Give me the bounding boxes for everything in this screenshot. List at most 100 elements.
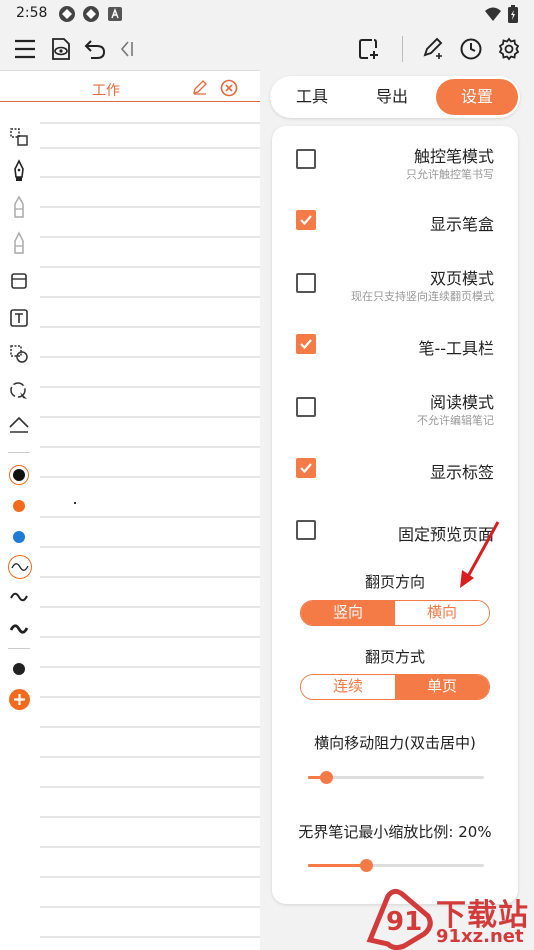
tab-export[interactable]: 导出 [362, 76, 422, 118]
fountain-pen-icon[interactable] [8, 159, 30, 182]
slider-thumb[interactable] [320, 771, 333, 784]
checkmark-icon [300, 215, 312, 226]
checkmark-icon [300, 463, 312, 474]
eraser-icon[interactable] [8, 270, 30, 292]
drag-resistance-slider[interactable] [308, 771, 484, 784]
dual-page-checkbox[interactable] [296, 273, 316, 293]
top-toolbar [0, 28, 534, 70]
ruled-line [40, 696, 260, 698]
ruled-line [40, 326, 260, 328]
color-orange-swatch[interactable] [13, 500, 25, 512]
show-tags-checkbox[interactable] [296, 458, 316, 478]
setting-label: 双页模式 [429, 269, 494, 288]
pen-toolbar-checkbox[interactable] [296, 334, 316, 354]
min-zoom-slider[interactable] [308, 859, 484, 872]
setting-label: 显示笔盒 [429, 215, 494, 234]
ruled-line [40, 726, 260, 728]
page-mode-toggle: 连续 单页 [300, 674, 490, 700]
ruled-line [40, 636, 260, 638]
tool-divider [8, 452, 30, 453]
setting-show-tags[interactable]: 显示标签 [272, 438, 518, 498]
color-blue-swatch[interactable] [13, 531, 25, 543]
close-note-icon[interactable] [220, 79, 238, 97]
preview-page-icon[interactable] [46, 34, 76, 64]
ruled-line [40, 446, 260, 448]
color-black-swatch [13, 469, 25, 481]
direction-vertical-option[interactable]: 竖向 [301, 601, 395, 625]
ruled-line [40, 876, 260, 878]
ruled-line [40, 296, 260, 298]
ruled-line [40, 756, 260, 758]
setting-show-pen-box[interactable]: 显示笔盒 [272, 190, 518, 250]
select-tool-icon[interactable] [8, 126, 30, 148]
image-shape-icon[interactable] [8, 343, 30, 365]
plus-icon [14, 694, 25, 705]
tab-settings[interactable]: 设置 [436, 79, 518, 115]
mode-continuous-option[interactable]: 连续 [301, 675, 395, 699]
ruled-line [40, 176, 260, 178]
drag-resistance-label: 横向移动阻力(双击居中) [314, 734, 476, 752]
pen-size-dot[interactable] [13, 663, 25, 675]
watermark-url: 91xz.net [436, 926, 524, 947]
ruled-line [40, 936, 260, 938]
pen-settings-icon[interactable] [418, 34, 448, 64]
app-notification-icon [82, 5, 100, 23]
setting-dual-page[interactable]: 双页模式 现在只支持竖向连续翻页模式 [272, 252, 518, 312]
ruled-line [40, 386, 260, 388]
ruled-line [40, 606, 260, 608]
direction-horizontal-option[interactable]: 横向 [395, 601, 489, 625]
setting-reading-mode[interactable]: 阅读模式 不允许编辑笔记 [272, 376, 518, 436]
collapse-left-icon[interactable] [112, 34, 142, 64]
ruled-line [40, 906, 260, 908]
note-title[interactable]: 工作 [92, 80, 120, 100]
ruled-line [40, 236, 260, 238]
wifi-icon [484, 6, 502, 22]
setting-pen-toolbar[interactable]: 笔--工具栏 [272, 314, 518, 374]
ruled-line [40, 356, 260, 358]
add-color-button[interactable] [9, 689, 30, 710]
note-canvas[interactable] [0, 70, 260, 950]
ruled-line [40, 816, 260, 818]
show-pen-box-checkbox[interactable] [296, 210, 316, 230]
status-bar [0, 0, 534, 28]
app-notification-icon [58, 5, 76, 23]
settings-gear-icon[interactable] [494, 34, 524, 64]
page-direction-toggle: 竖向 横向 [300, 600, 490, 626]
ruled-line [40, 516, 260, 518]
highlighter-icon[interactable] [8, 231, 30, 254]
setting-stylus-mode[interactable]: 触控笔模式 只允许触控笔书写 [272, 128, 518, 188]
stroke-thin-icon [9, 556, 31, 578]
fixed-preview-checkbox[interactable] [296, 520, 316, 540]
menu-icon[interactable] [10, 34, 40, 64]
page-mode-label: 翻页方式 [364, 648, 425, 666]
tab-tools[interactable]: 工具 [282, 76, 342, 118]
ruled-line [40, 576, 260, 578]
toolbar-divider [402, 36, 403, 62]
ruled-line [40, 846, 260, 848]
ruled-line [40, 416, 260, 418]
mode-single-page-option[interactable]: 单页 [395, 675, 489, 699]
slider-thumb[interactable] [360, 859, 373, 872]
history-clock-icon[interactable] [456, 34, 486, 64]
setting-description: 不允许编辑笔记 [417, 414, 494, 427]
tool-divider [8, 648, 30, 649]
edit-title-icon[interactable] [192, 79, 208, 95]
ruled-line [40, 206, 260, 208]
ruled-line [40, 476, 260, 478]
undo-icon[interactable] [80, 34, 110, 64]
text-tool-icon[interactable] [8, 307, 30, 329]
stroke-thick-icon[interactable] [8, 618, 30, 640]
ruler-triangle-icon[interactable] [8, 414, 30, 436]
stylus-mode-checkbox[interactable] [296, 149, 316, 169]
reading-mode-checkbox[interactable] [296, 397, 316, 417]
annotation-arrow [460, 521, 500, 588]
add-page-icon[interactable] [354, 34, 384, 64]
pencil-icon[interactable] [8, 195, 30, 218]
status-time: 2:58 [16, 5, 48, 21]
lasso-icon[interactable] [8, 380, 30, 402]
setting-label: 显示标签 [429, 463, 494, 482]
battery-icon [508, 5, 518, 23]
panel-tabs: 工具 导出 设置 [270, 76, 520, 118]
setting-label: 触控笔模式 [413, 147, 494, 166]
stroke-medium-icon[interactable] [8, 586, 30, 608]
